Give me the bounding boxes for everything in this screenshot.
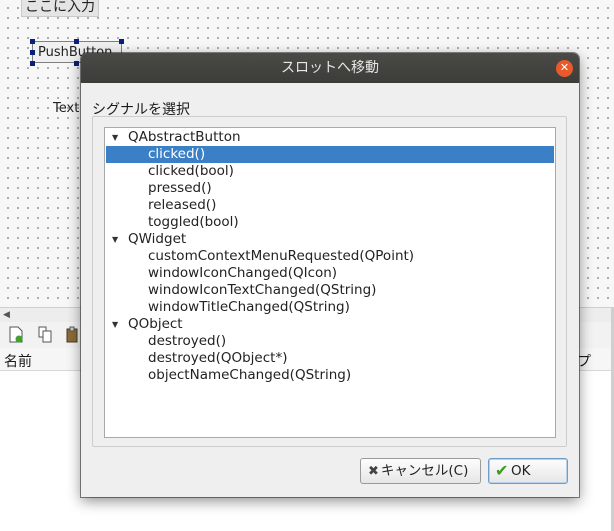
signal-tree[interactable]: ▼ QAbstractButton clicked() clicked(bool) pr… xyxy=(104,127,556,438)
go-to-slot-dialog: スロットへ移動 ✕ シグナルを選択 ▼ QAbstractButton clicke… xyxy=(81,53,579,497)
tree-signal-item[interactable]: windowIconTextChanged(QString) xyxy=(106,282,554,299)
tree-signal-item[interactable]: clicked() xyxy=(106,146,554,163)
tree-item-label: destroyed() xyxy=(148,333,227,349)
dialog-title: スロットへ移動 xyxy=(281,60,379,76)
selection-handle[interactable] xyxy=(119,39,124,44)
form-text-label[interactable]: Text xyxy=(53,101,79,116)
header-type-column[interactable]: プ xyxy=(577,351,591,371)
tree-signal-item[interactable]: customContextMenuRequested(QPoint) xyxy=(106,248,554,265)
selection-handle[interactable] xyxy=(74,61,79,66)
tree-item-label: QObject xyxy=(128,316,183,332)
dialog-titlebar[interactable]: スロットへ移動 ✕ xyxy=(81,53,579,83)
new-item-icon[interactable] xyxy=(9,326,23,343)
menu-entry-placeholder[interactable]: ここに入力 xyxy=(21,0,99,17)
checkmark-icon: ✔ xyxy=(495,461,509,480)
tree-class-node[interactable]: ▼ QWidget xyxy=(106,231,554,248)
paste-icon[interactable] xyxy=(66,326,80,343)
tree-item-label: windowIconTextChanged(QString) xyxy=(148,282,377,298)
selection-handle[interactable] xyxy=(30,39,35,44)
tree-item-label: clicked() xyxy=(148,146,206,162)
tree-item-label: windowIconChanged(QIcon) xyxy=(148,265,338,281)
tree-signal-item[interactable]: clicked(bool) xyxy=(106,163,554,180)
tree-item-label: objectNameChanged(QString) xyxy=(148,367,352,383)
tree-signal-item[interactable]: destroyed() xyxy=(106,333,554,350)
ok-button[interactable]: ✔ OK xyxy=(488,458,568,484)
scroll-left-arrow-icon[interactable]: ◀ xyxy=(3,310,10,320)
copy-icon[interactable] xyxy=(38,326,52,343)
tree-item-label: windowTitleChanged(QString) xyxy=(148,299,350,315)
tree-item-label: QAbstractButton xyxy=(128,129,241,145)
tree-signal-item[interactable]: released() xyxy=(106,197,554,214)
tree-class-node[interactable]: ▼ QObject xyxy=(106,316,554,333)
selection-handle[interactable] xyxy=(74,39,79,44)
tree-item-label: customContextMenuRequested(QPoint) xyxy=(148,248,415,264)
tree-item-label: pressed() xyxy=(148,180,212,196)
tree-item-label: released() xyxy=(148,197,217,213)
tree-item-label: destroyed(QObject*) xyxy=(148,350,288,366)
selection-handle[interactable] xyxy=(30,50,35,55)
tree-signal-item[interactable]: objectNameChanged(QString) xyxy=(106,367,554,384)
selection-handle[interactable] xyxy=(30,61,35,66)
close-icon[interactable]: ✕ xyxy=(556,60,573,77)
expand-arrow-icon[interactable]: ▼ xyxy=(112,231,118,248)
expand-arrow-icon[interactable]: ▼ xyxy=(112,129,118,146)
ok-label: OK xyxy=(511,463,531,479)
cancel-label: キャンセル(C) xyxy=(380,463,469,479)
tree-item-label: QWidget xyxy=(128,231,187,247)
tree-signal-item[interactable]: toggled(bool) xyxy=(106,214,554,231)
cancel-x-icon: ✖ xyxy=(368,464,379,479)
tree-signal-item[interactable]: pressed() xyxy=(106,180,554,197)
tree-item-label: toggled(bool) xyxy=(148,214,239,230)
tree-class-node[interactable]: ▼ QAbstractButton xyxy=(106,129,554,146)
expand-arrow-icon[interactable]: ▼ xyxy=(112,316,118,333)
cancel-button[interactable]: ✖ キャンセル(C) xyxy=(360,458,481,484)
header-name-column[interactable]: 名前 xyxy=(4,351,32,371)
tree-signal-item[interactable]: windowIconChanged(QIcon) xyxy=(106,265,554,282)
tree-signal-item[interactable]: destroyed(QObject*) xyxy=(106,350,554,367)
tree-signal-item[interactable]: windowTitleChanged(QString) xyxy=(106,299,554,316)
tree-item-label: clicked(bool) xyxy=(148,163,234,179)
